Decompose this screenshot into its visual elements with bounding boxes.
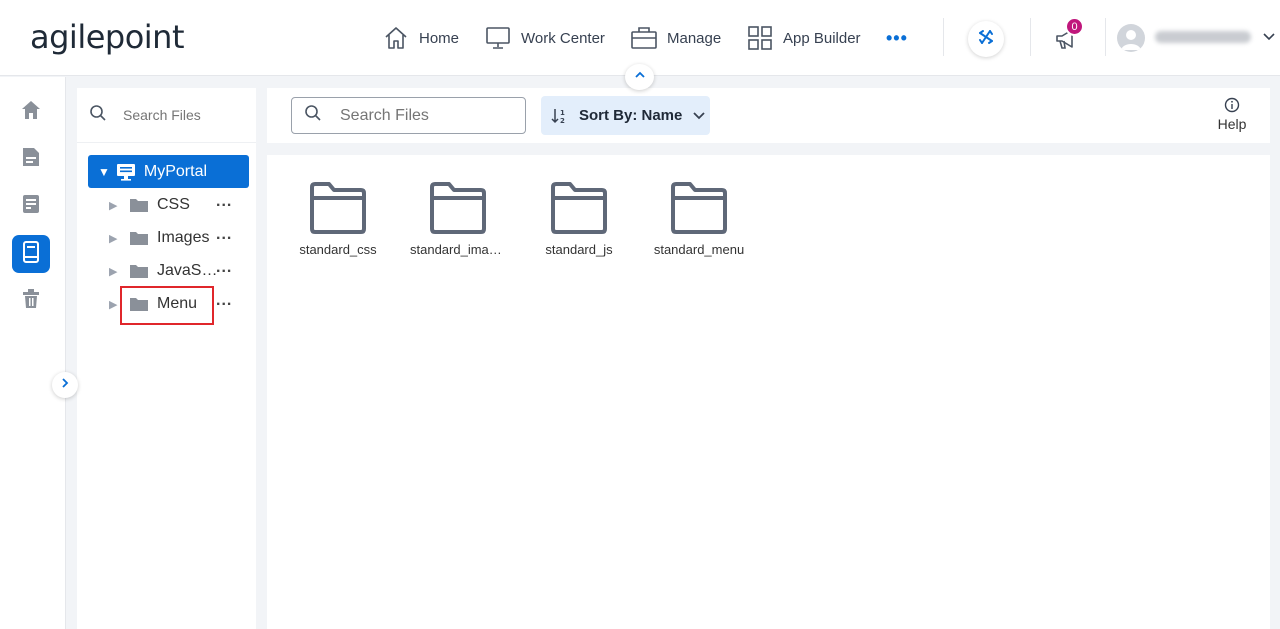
item-more-button[interactable]: ... <box>216 259 232 277</box>
nav-work-center[interactable]: Work Center <box>485 22 605 54</box>
nav-home[interactable]: Home <box>383 22 459 54</box>
folder-icon <box>129 197 149 213</box>
nav-work-center-label: Work Center <box>521 29 605 47</box>
item-more-button[interactable]: ... <box>216 193 232 211</box>
folder-icon <box>549 182 609 239</box>
tree-item-javascript[interactable]: ▶ JavaScript ... <box>109 257 249 285</box>
help-label: Help <box>1217 116 1247 132</box>
file-item[interactable]: standard_images <box>403 181 513 257</box>
more-menu-button[interactable]: ••• <box>886 28 908 49</box>
tree-item-images[interactable]: ▶ Images ... <box>109 224 249 252</box>
user-name-blurred[interactable] <box>1155 31 1251 43</box>
folder-icon <box>669 182 729 239</box>
collapse-header-button[interactable] <box>625 64 654 90</box>
search-icon <box>304 104 322 127</box>
sort-button[interactable]: 12 Sort By: Name <box>541 96 710 135</box>
item-more-button[interactable]: ... <box>216 292 232 310</box>
monitor-icon <box>485 25 511 51</box>
nav-manage-label: Manage <box>667 29 722 47</box>
chevron-right-icon <box>60 376 70 394</box>
caret-down-icon[interactable]: ▼ <box>98 165 110 179</box>
tree-item-label: JavaScript <box>157 262 225 279</box>
rail-documents-button[interactable] <box>12 140 50 178</box>
nav-app-builder-label: App Builder <box>783 29 861 47</box>
tree-search-input[interactable] <box>123 107 253 123</box>
file-grid: standard_css standard_images standard_js… <box>267 155 1270 629</box>
ai-assistant-button[interactable] <box>968 21 1004 57</box>
tree-item-label: Images <box>157 229 210 246</box>
agilepoint-logo[interactable]: agilepoint <box>30 18 185 56</box>
file-name: standard_css <box>299 242 377 257</box>
help-button[interactable]: Help <box>1211 97 1253 132</box>
tree-item-css[interactable]: ▶ CSS ... <box>109 191 249 219</box>
chevron-up-icon <box>634 68 646 86</box>
file-item[interactable]: standard_menu <box>644 181 754 257</box>
sort-icon: 12 <box>551 107 569 125</box>
home-icon <box>21 100 41 125</box>
rail-files-button[interactable] <box>12 235 50 273</box>
caret-right-icon[interactable]: ▶ <box>109 265 123 278</box>
file-item[interactable]: standard_js <box>524 181 634 257</box>
file-search-input[interactable] <box>340 106 510 125</box>
tree-search <box>77 88 256 143</box>
folder-icon <box>129 263 149 279</box>
expand-rail-button[interactable] <box>52 372 78 398</box>
grid-icon <box>747 25 773 51</box>
user-avatar[interactable] <box>1117 24 1145 52</box>
left-rail <box>0 77 66 629</box>
content-toolbar: 12 Sort By: Name Help <box>267 88 1270 143</box>
tree-root-label: MyPortal <box>143 162 208 180</box>
folder-icon <box>428 182 488 239</box>
search-icon <box>89 104 107 127</box>
rail-trash-button[interactable] <box>12 282 50 320</box>
rail-forms-button[interactable] <box>12 187 50 225</box>
file-search <box>291 97 526 134</box>
pinwheel-icon <box>976 27 996 52</box>
trash-icon <box>22 288 40 314</box>
folder-icon <box>129 230 149 246</box>
folder-icon <box>308 182 368 239</box>
home-icon <box>383 25 409 51</box>
divider <box>943 18 944 56</box>
file-name: standard_js <box>545 242 613 257</box>
briefcase-icon <box>631 25 657 51</box>
tree-root-myportal[interactable]: ▼ MyPortal <box>88 155 249 188</box>
chevron-down-icon <box>692 109 706 123</box>
caret-right-icon[interactable]: ▶ <box>109 199 123 212</box>
tree-item-label: CSS <box>157 196 190 213</box>
file-name: standard_menu <box>653 242 745 257</box>
svg-text:1: 1 <box>560 109 565 117</box>
info-icon <box>1211 97 1253 116</box>
divider <box>1105 18 1106 56</box>
book-icon <box>22 240 40 268</box>
nav-manage[interactable]: Manage <box>631 22 721 54</box>
notification-count-badge: 0 <box>1065 17 1084 36</box>
caret-right-icon[interactable]: ▶ <box>109 232 123 245</box>
sort-label: Sort By: Name <box>579 107 683 124</box>
highlight-box <box>120 286 214 325</box>
svg-text:2: 2 <box>560 117 565 125</box>
item-more-button[interactable]: ... <box>216 226 232 244</box>
rail-home-button[interactable] <box>12 93 50 131</box>
portal-icon <box>116 163 136 181</box>
nav-app-builder[interactable]: App Builder <box>747 22 861 54</box>
chevron-down-icon[interactable] <box>1262 30 1276 49</box>
megaphone-icon <box>1054 29 1082 56</box>
document-icon <box>22 147 40 172</box>
file-tree-panel: ▼ MyPortal ▶ CSS ... ▶ Images ... ▶ Java… <box>77 88 256 629</box>
nav-home-label: Home <box>419 29 460 47</box>
form-icon <box>22 194 40 219</box>
file-name: standard_images <box>410 242 506 257</box>
file-item[interactable]: standard_css <box>283 181 393 257</box>
divider <box>1030 18 1031 56</box>
